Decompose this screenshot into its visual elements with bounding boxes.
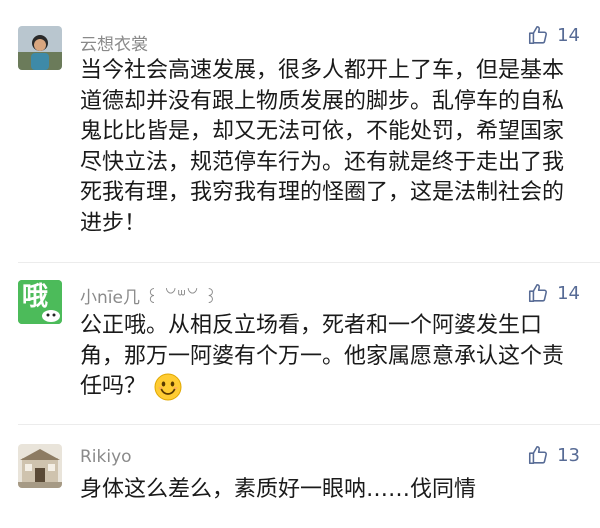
avatar[interactable] — [18, 444, 62, 488]
like-button[interactable]: 14 — [527, 282, 580, 304]
comment-text: 身体这么差么，素质好一眼呐……伐同情 — [80, 477, 477, 502]
avatar-text: 哦 — [22, 282, 49, 312]
thumbs-up-icon — [527, 444, 549, 466]
divider — [18, 262, 600, 263]
username[interactable]: Rikiyo — [80, 447, 132, 467]
avatar[interactable]: 哦 — [18, 280, 62, 324]
username[interactable]: 小nīe几 ꒰ ꒡ᐜ꒡ ꒱ — [80, 283, 218, 308]
smile-emoji-icon — [154, 373, 182, 401]
like-button[interactable]: 13 — [527, 444, 580, 466]
like-count: 14 — [557, 282, 580, 304]
comment-text: 当今社会高速发展，很多人都开上了车，但是基本道德却并没有跟上物质发展的脚步。乱停… — [80, 58, 565, 236]
thumbs-up-icon — [527, 282, 549, 304]
comment-text: 公正哦。从相反立场看，死者和一个阿婆发生口角，那万一阿婆有个万一。他家属愿意承认… — [80, 311, 580, 403]
username[interactable]: 云想衣裳 — [80, 30, 148, 55]
comment-text-content: 公正哦。从相反立场看，死者和一个阿婆发生口角，那万一阿婆有个万一。他家属愿意承认… — [80, 313, 565, 399]
thumbs-up-icon — [527, 24, 549, 46]
like-count: 13 — [557, 444, 580, 466]
like-button[interactable]: 14 — [527, 24, 580, 46]
avatar[interactable] — [18, 26, 62, 70]
like-count: 14 — [557, 24, 580, 46]
divider — [18, 424, 600, 425]
